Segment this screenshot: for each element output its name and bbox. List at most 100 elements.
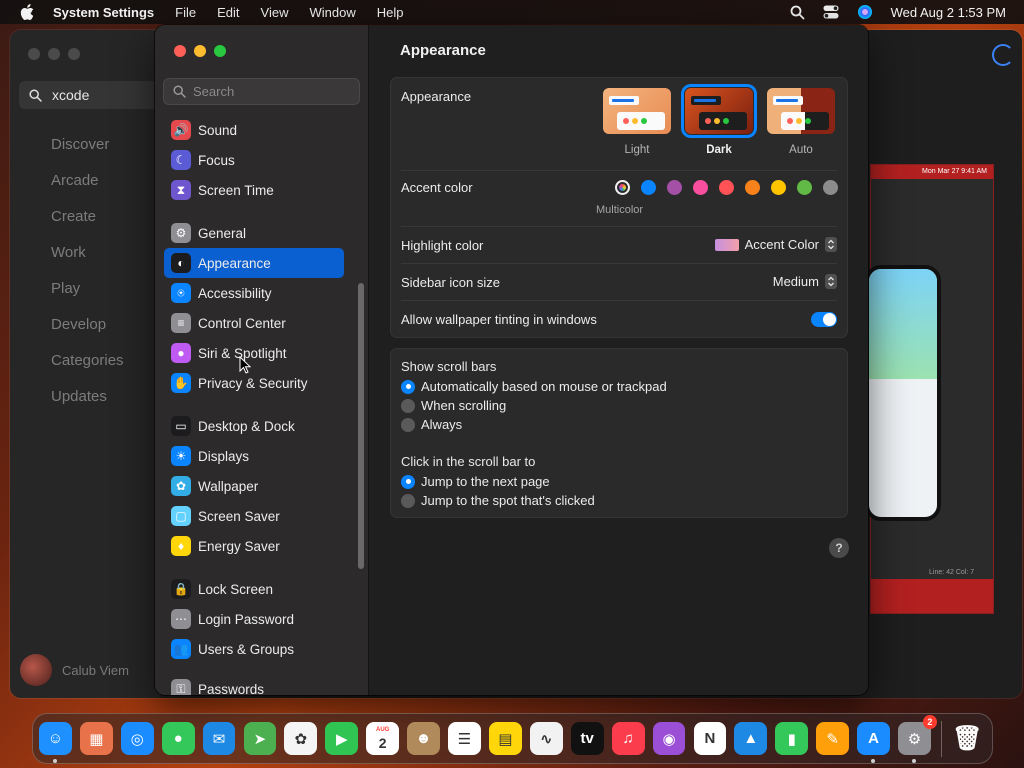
podcasts-icon[interactable]: ◉	[652, 722, 686, 755]
sidebar-icon-size-popup[interactable]: Medium	[773, 274, 837, 289]
nav-work[interactable]: Work	[51, 242, 124, 278]
sidebar-item-energy-saver[interactable]: ♦ Energy Saver	[164, 531, 344, 561]
accessibility-icon: ⍟	[171, 283, 191, 303]
pages-icon[interactable]: ✎	[816, 722, 850, 755]
menu-help[interactable]: Help	[377, 5, 404, 20]
sidebar-item-lock-screen[interactable]: 🔒 Lock Screen	[164, 574, 344, 604]
numbers-icon[interactable]: ▮	[775, 722, 809, 755]
preview-menu-bar: Mon Mar 27 9:41 AM	[871, 165, 993, 179]
safari-icon[interactable]: ◎	[120, 722, 154, 755]
sidebar-item-displays[interactable]: ☀ Displays	[164, 441, 344, 471]
system-settings-icon[interactable]: ⚙ 2	[898, 715, 937, 763]
scroll-click-option-next-page[interactable]: Jump to the next page	[401, 474, 550, 489]
scroll-click-option-spot[interactable]: Jump to the spot that's clicked	[401, 493, 595, 508]
accent-swatch[interactable]	[693, 180, 708, 195]
launchpad-icon[interactable]: ▦	[79, 722, 113, 755]
control-center-icon[interactable]	[823, 5, 839, 19]
sidebar-item-focus[interactable]: ☾ Focus	[164, 145, 344, 175]
music-icon[interactable]: ♫	[611, 722, 645, 755]
menu-view[interactable]: View	[261, 5, 289, 20]
siri-icon: ●	[171, 343, 191, 363]
calendar-icon[interactable]: AUG 2	[366, 722, 400, 755]
sidebar-item-control-center[interactable]: ≡ Control Center	[164, 308, 344, 338]
nav-discover[interactable]: Discover	[51, 134, 124, 170]
sidebar-item-general[interactable]: ⚙ General	[164, 218, 344, 248]
spotlight-search-icon[interactable]	[790, 5, 805, 20]
accent-color-label: Accent color	[401, 180, 473, 195]
sidebar-item-siri-spotlight[interactable]: ● Siri & Spotlight	[164, 338, 344, 368]
sidebar-item-users-groups[interactable]: 👥 Users & Groups	[164, 634, 344, 664]
sidebar-item-screen-time[interactable]: ⧗ Screen Time	[164, 175, 344, 205]
nav-create[interactable]: Create	[51, 206, 124, 242]
scroll-bars-option-automatic[interactable]: Automatically based on mouse or trackpad	[401, 379, 667, 394]
minimize-button[interactable]	[194, 45, 206, 57]
sidebar-item-appearance[interactable]: ◐ Appearance	[164, 248, 344, 278]
freeform-icon[interactable]: ∿	[529, 722, 563, 755]
theme-light[interactable]: Light	[601, 88, 673, 156]
theme-auto[interactable]: Auto	[765, 88, 837, 156]
hand-icon: ✋	[171, 373, 191, 393]
scroll-bars-option-always[interactable]: Always	[401, 417, 462, 432]
highlight-color-popup[interactable]: Accent Color	[714, 237, 837, 252]
accent-swatch[interactable]	[823, 180, 838, 195]
contacts-icon[interactable]: ☻	[407, 722, 440, 755]
moon-icon: ☾	[171, 150, 191, 170]
wallpaper-tinting-toggle[interactable]	[811, 312, 837, 327]
nav-updates[interactable]: Updates	[51, 386, 124, 422]
app-store-icon[interactable]: A	[857, 722, 890, 763]
sidebar-scrollbar[interactable]	[358, 283, 364, 569]
zoom-button[interactable]	[214, 45, 226, 57]
sidebar-item-accessibility[interactable]: ⍟ Accessibility	[164, 278, 344, 308]
siri-icon[interactable]	[857, 4, 873, 20]
accent-swatch[interactable]	[641, 180, 656, 195]
nav-develop[interactable]: Develop	[51, 314, 124, 350]
sidebar-item-desktop-dock[interactable]: ▭ Desktop & Dock	[164, 411, 344, 441]
sidebar-item-passwords[interactable]: ⚿ Passwords	[164, 674, 344, 695]
nav-categories[interactable]: Categories	[51, 350, 124, 386]
menu-app-name[interactable]: System Settings	[53, 5, 154, 20]
sidebar-item-wallpaper[interactable]: ✿ Wallpaper	[164, 471, 344, 501]
sidebar-item-privacy-security[interactable]: ✋ Privacy & Security	[164, 368, 344, 398]
accent-swatch[interactable]	[797, 180, 812, 195]
theme-dark[interactable]: Dark	[681, 84, 757, 156]
tv-icon[interactable]: tv	[570, 722, 604, 755]
accent-swatch[interactable]	[667, 180, 682, 195]
radio-label: Jump to the spot that's clicked	[421, 493, 595, 508]
scroll-bars-option-when-scrolling[interactable]: When scrolling	[401, 398, 506, 413]
sidebar-item-label: Sound	[198, 122, 238, 138]
menu-edit[interactable]: Edit	[217, 5, 239, 20]
minimize-button[interactable]	[48, 48, 60, 60]
reminders-icon[interactable]: ☰	[448, 722, 481, 755]
nav-arcade[interactable]: Arcade	[51, 170, 124, 206]
accent-swatch[interactable]	[771, 180, 786, 195]
sidebar-item-login-password[interactable]: ⋯ Login Password	[164, 604, 344, 634]
menu-clock[interactable]: Wed Aug 2 1:53 PM	[891, 5, 1006, 20]
close-button[interactable]	[174, 45, 186, 57]
switches-icon: ≡	[171, 313, 191, 333]
sidebar-item-sound[interactable]: 🔊 Sound	[164, 115, 344, 145]
zoom-button[interactable]	[68, 48, 80, 60]
mail-icon[interactable]: ✉	[202, 722, 236, 755]
nav-play[interactable]: Play	[51, 278, 124, 314]
photos-icon[interactable]: ✿	[284, 722, 318, 755]
accent-swatch[interactable]	[719, 180, 734, 195]
app-store-search-field[interactable]: xcode	[19, 81, 160, 109]
facetime-icon[interactable]: ▶	[325, 722, 359, 755]
sidebar-item-screen-saver[interactable]: ▢ Screen Saver	[164, 501, 344, 531]
accent-swatch[interactable]	[745, 180, 760, 195]
notes-icon[interactable]: ▤	[488, 722, 522, 755]
maps-icon[interactable]: ➤	[243, 722, 277, 755]
news-icon[interactable]: N	[693, 722, 727, 755]
apple-menu-icon[interactable]	[18, 3, 36, 21]
messages-icon[interactable]: ●	[161, 722, 195, 755]
menu-window[interactable]: Window	[309, 5, 355, 20]
finder-icon[interactable]: ☺	[39, 722, 72, 763]
accent-swatch-multicolor[interactable]	[615, 180, 630, 195]
menu-file[interactable]: File	[175, 5, 196, 20]
close-button[interactable]	[28, 48, 40, 60]
keynote-icon[interactable]: ▲	[734, 722, 768, 755]
help-button[interactable]: ?	[829, 538, 849, 558]
account-button[interactable]: Calub Viem	[20, 654, 129, 686]
sidebar-search-input[interactable]	[193, 84, 343, 99]
trash-icon[interactable]: 🗑	[951, 722, 984, 755]
